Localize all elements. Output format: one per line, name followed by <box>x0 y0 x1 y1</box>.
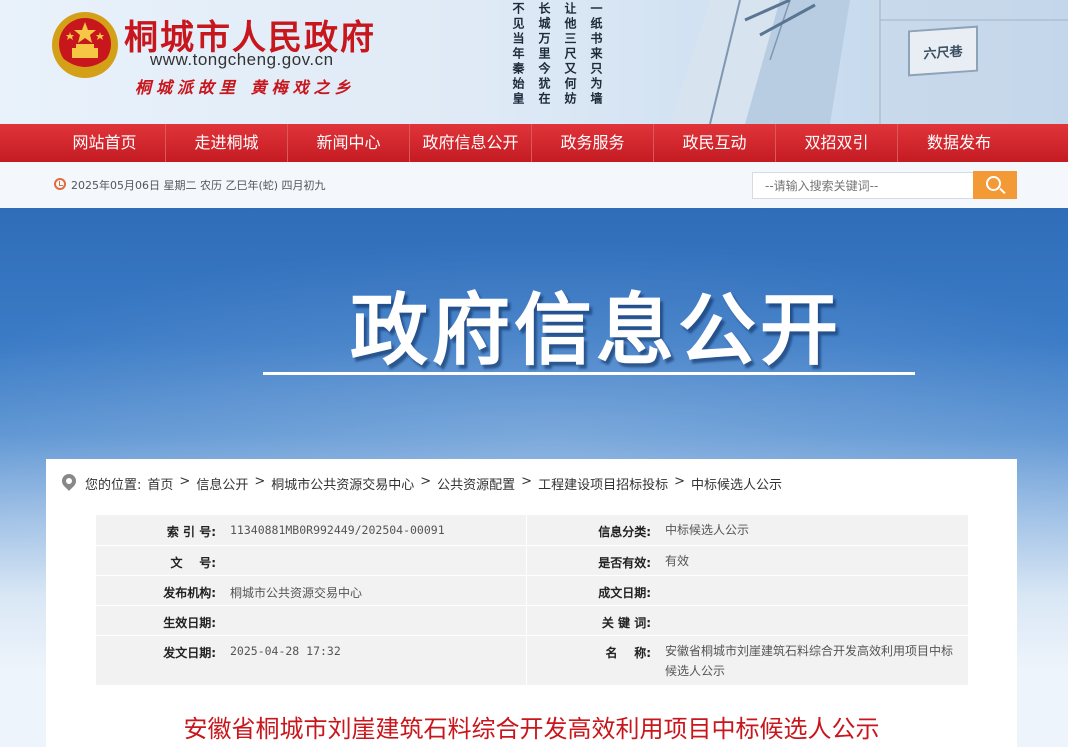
meta-key: 发文日期: <box>96 635 220 686</box>
meta-value: 2025-04-28 17:32 <box>220 635 527 686</box>
location-pin-icon <box>59 471 79 491</box>
meta-value: 桐城市公共资源交易中心 <box>220 575 527 606</box>
table-row: 索 引 号: 11340881MB0R992449/202504-00091 信… <box>96 515 968 546</box>
article-title: 安徽省桐城市刘崖建筑石料综合开发高效利用项目中标候选人公示 <box>183 715 880 743</box>
meta-value <box>655 605 968 636</box>
meta-key: 信息分类: <box>526 515 655 546</box>
breadcrumb-separator: > <box>420 474 432 489</box>
poem-calligraphy: 一纸书来只为墙 让他三尺又何妨 长城万里今犹在 不见当年秦始皇 <box>511 2 603 112</box>
meta-key: 名 称: <box>526 635 655 686</box>
banner-title: 政府信息公开 <box>350 286 843 376</box>
meta-key: 关 键 词: <box>526 605 655 636</box>
nav-item-services[interactable]: 政务服务 <box>532 124 654 162</box>
search-input[interactable] <box>752 172 974 199</box>
breadcrumb-separator: > <box>254 474 266 489</box>
meta-value <box>220 605 527 636</box>
meta-key: 索 引 号: <box>96 515 220 546</box>
nav-item-investment[interactable]: 双招双引 <box>776 124 898 162</box>
breadcrumb-separator: > <box>179 474 191 489</box>
meta-value <box>655 575 968 606</box>
table-row: 文 号: 是否有效: 有效 <box>96 545 968 576</box>
nav-item-news[interactable]: 新闻中心 <box>288 124 410 162</box>
search-button[interactable] <box>973 171 1017 199</box>
content-card: 您的位置: 首页 > 信息公开 > 桐城市公共资源交易中心 > 公共资源配置 >… <box>46 459 1017 747</box>
table-row: 发布机构: 桐城市公共资源交易中心 成文日期: <box>96 575 968 606</box>
nav-item-home[interactable]: 网站首页 <box>44 124 166 162</box>
meta-value: 安徽省桐城市刘崖建筑石料综合开发高效利用项目中标候选人公示 <box>655 635 968 686</box>
breadcrumb: 您的位置: 首页 > 信息公开 > 桐城市公共资源交易中心 > 公共资源配置 >… <box>85 474 782 493</box>
breadcrumb-trading-center[interactable]: 桐城市公共资源交易中心 <box>271 474 414 493</box>
meta-key: 发布机构: <box>96 575 220 606</box>
breadcrumb-bidding[interactable]: 工程建设项目招标投标 <box>538 474 668 493</box>
poem-column: 不见当年秦始皇 <box>511 2 525 107</box>
nav-item-info-disclosure[interactable]: 政府信息公开 <box>410 124 532 162</box>
site-header: 桐城市人民政府 www.tongcheng.gov.cn 桐城派故里 黄梅戏之乡… <box>0 0 1068 124</box>
meta-value: 11340881MB0R992449/202504-00091 <box>220 515 527 546</box>
breadcrumb-info[interactable]: 信息公开 <box>196 474 248 493</box>
meta-key: 文 号: <box>96 545 220 576</box>
alley-sign: 六尺巷 <box>908 25 978 77</box>
national-emblem-icon <box>52 12 118 78</box>
nav-item-about[interactable]: 走进桐城 <box>166 124 288 162</box>
meta-value: 中标候选人公示 <box>655 515 968 546</box>
table-row: 发文日期: 2025-04-28 17:32 名 称: 安徽省桐城市刘崖建筑石料… <box>96 635 968 686</box>
banner-divider <box>263 372 915 375</box>
meta-key: 生效日期: <box>96 605 220 636</box>
site-url: www.tongcheng.gov.cn <box>150 50 334 69</box>
meta-value: 有效 <box>655 545 968 576</box>
breadcrumb-separator: > <box>674 474 685 489</box>
breadcrumb-resource-allocation[interactable]: 公共资源配置 <box>437 474 515 493</box>
clock-icon <box>54 178 66 190</box>
search-icon-handle <box>999 187 1006 195</box>
current-date: 2025年05月06日 星期二 农历 乙巳年(蛇) 四月初九 <box>71 179 326 192</box>
document-metadata-table: 索 引 号: 11340881MB0R992449/202504-00091 信… <box>96 515 968 686</box>
poem-column: 让他三尺又何妨 <box>563 2 577 107</box>
meta-value <box>220 545 527 576</box>
alley-scene-illustration <box>670 0 1068 124</box>
meta-key: 是否有效: <box>526 545 655 576</box>
breadcrumb-home[interactable]: 首页 <box>147 474 173 493</box>
meta-key: 成文日期: <box>526 575 655 606</box>
main-nav: 网站首页 走进桐城 新闻中心 政府信息公开 政务服务 政民互动 双招双引 数据发… <box>0 124 1068 162</box>
site-slogan: 桐城派故里 黄梅戏之乡 <box>135 78 356 97</box>
table-row: 生效日期: 关 键 词: <box>96 605 968 636</box>
breadcrumb-separator: > <box>521 474 533 489</box>
breadcrumb-label: 您的位置: <box>85 478 142 493</box>
poem-column: 长城万里今犹在 <box>537 2 551 107</box>
breadcrumb-current[interactable]: 中标候选人公示 <box>691 474 782 493</box>
poem-column: 一纸书来只为墙 <box>589 2 603 107</box>
nav-item-interaction[interactable]: 政民互动 <box>654 124 776 162</box>
nav-item-data[interactable]: 数据发布 <box>898 124 1020 162</box>
